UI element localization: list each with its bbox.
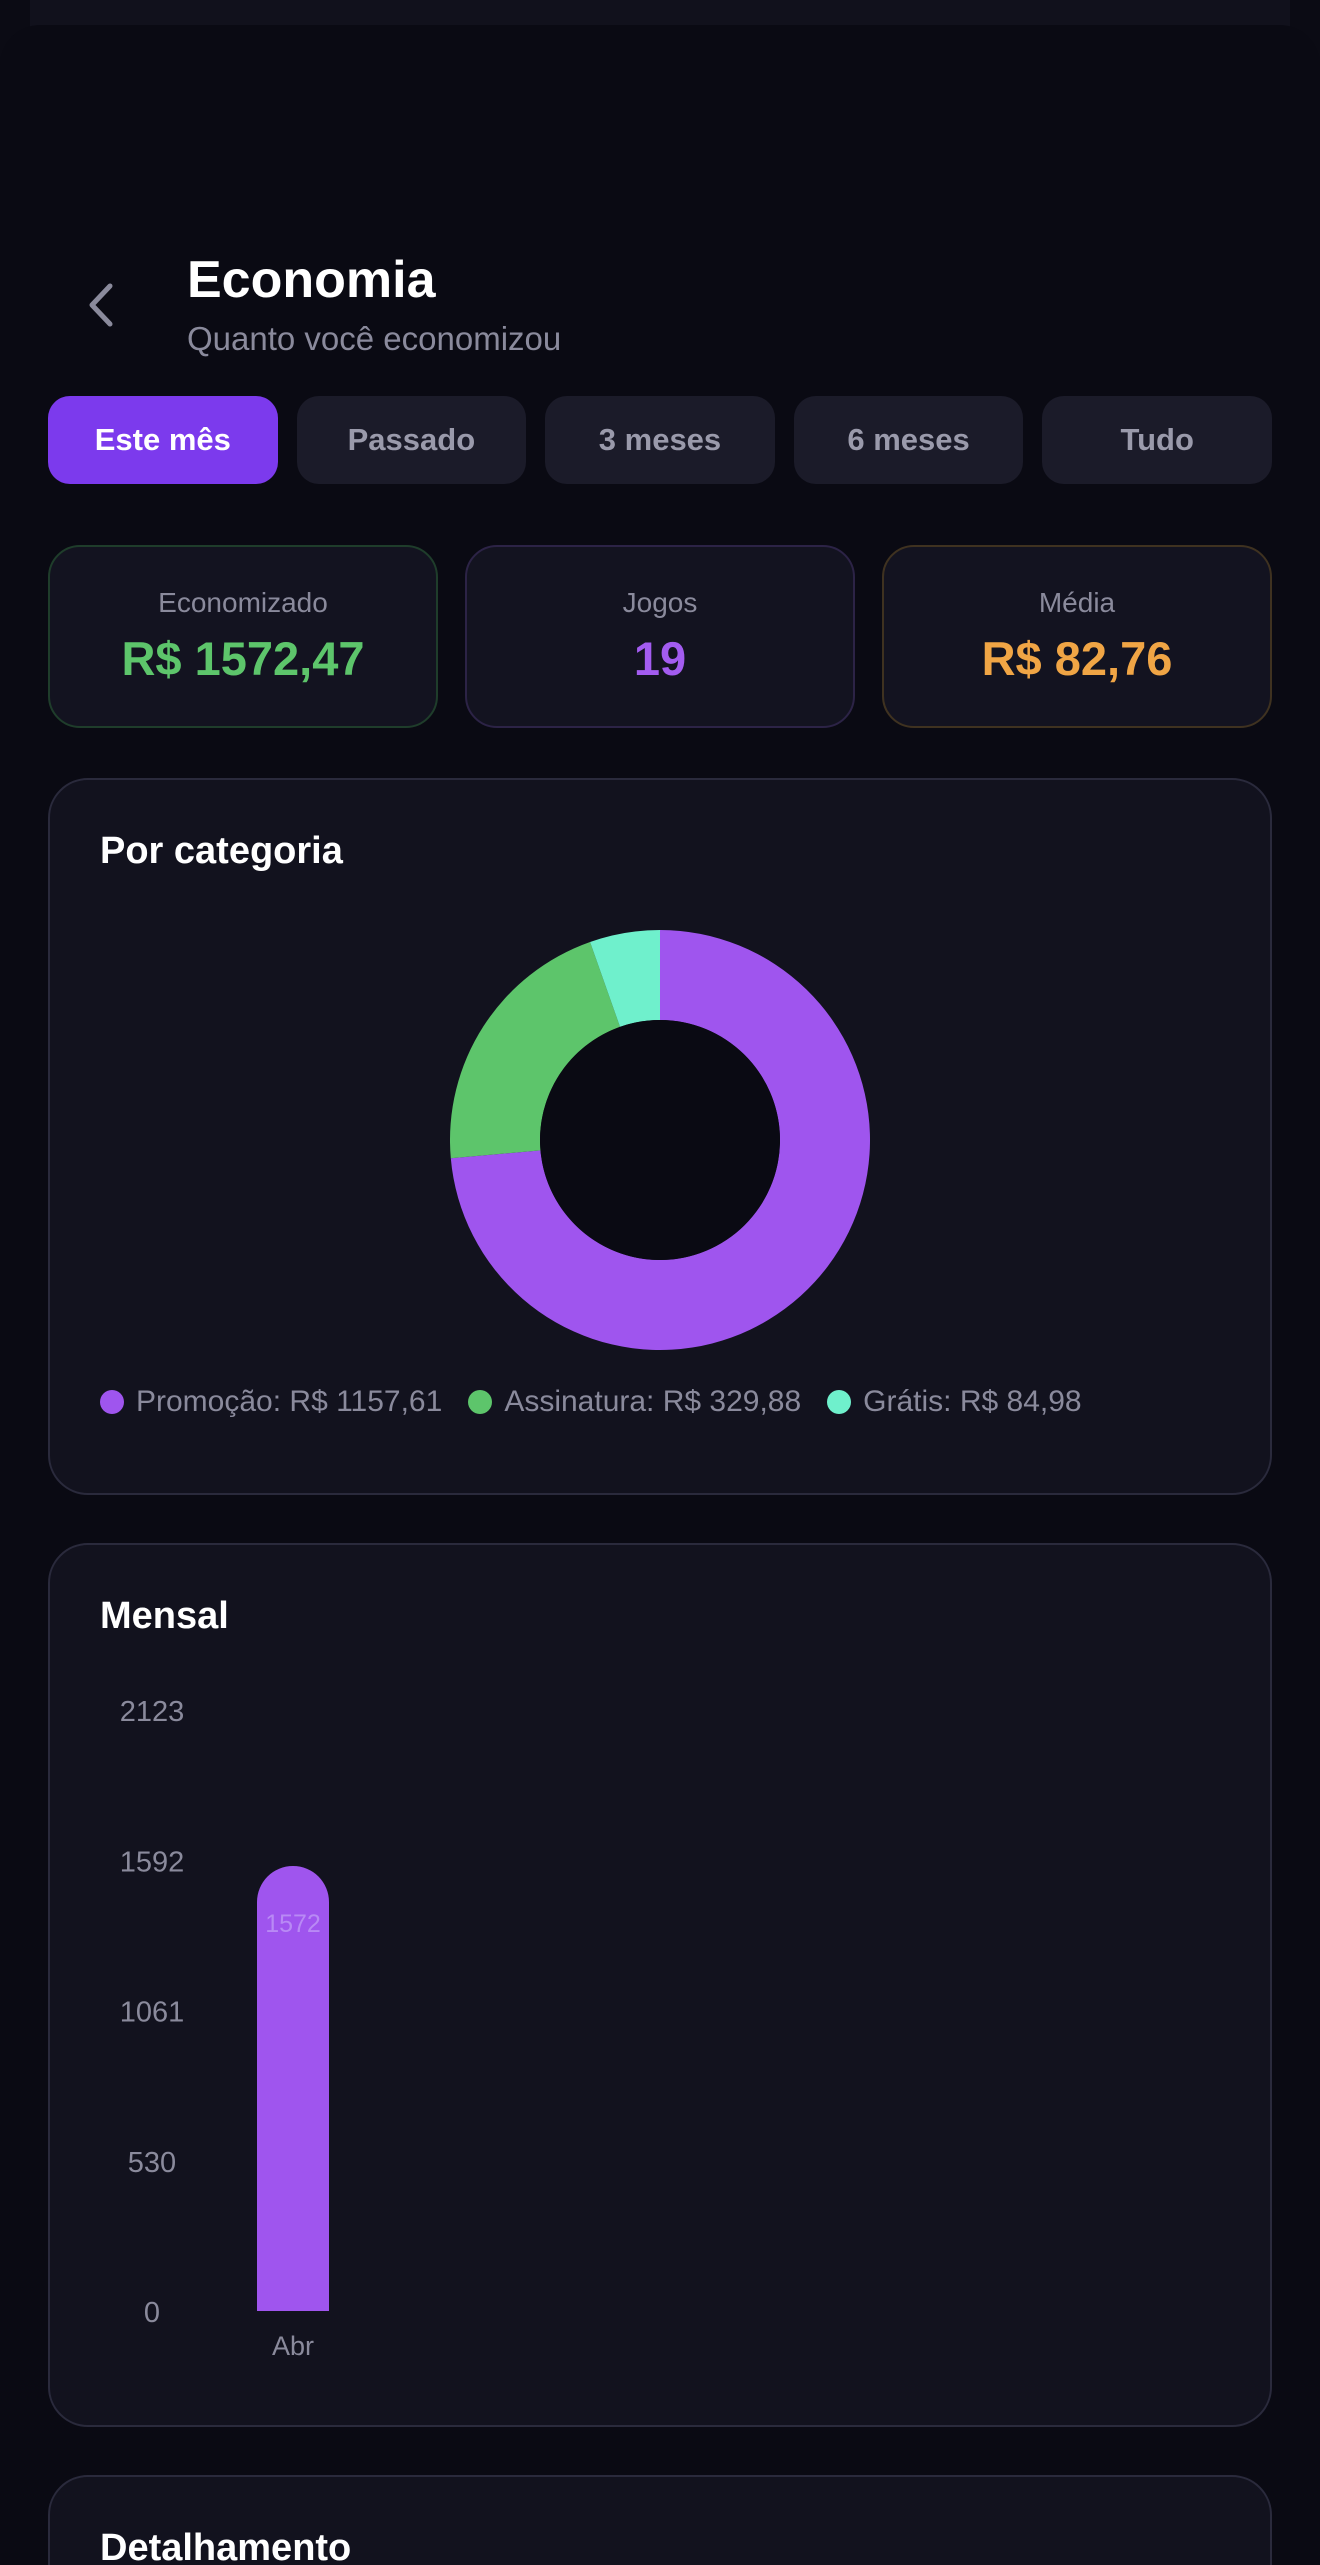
- tab-3-months[interactable]: 3 meses: [545, 396, 775, 484]
- legend-dot-promo: [100, 1390, 124, 1414]
- back-button[interactable]: [76, 280, 126, 330]
- stat-games: Jogos 19: [465, 545, 855, 728]
- legend-dot-free: [827, 1390, 852, 1414]
- legend-item-free: Grátis: R$ 84,98: [827, 1385, 1082, 1419]
- period-tabs: Este mês Passado 3 meses 6 meses Tudo: [48, 396, 1272, 484]
- y-tick-label: 0: [144, 2297, 160, 2329]
- monthly-card: Mensal 0 530 1061 1592 2123 1572 Abr: [48, 1543, 1272, 2427]
- y-tick-label: 530: [128, 2147, 176, 2179]
- y-tick-label: 1061: [120, 1997, 185, 2029]
- stat-games-value: 19: [633, 632, 687, 685]
- legend-item-subscription: Assinatura: R$ 329,88: [468, 1385, 801, 1419]
- donut-hole: [540, 1020, 780, 1260]
- monthly-bar-chart: 0 530 1061 1592 2123 1572 Abr: [120, 1696, 329, 2361]
- stat-saved-label: Economizado: [158, 587, 328, 618]
- legend-item-promo: Promoção: R$ 1157,61: [100, 1385, 442, 1419]
- tab-last-month[interactable]: Passado: [296, 396, 527, 484]
- header: Economia Quanto você economizou: [0, 250, 1320, 370]
- category-card: Por categoria Promoção: R$ 1157,61 Assin…: [48, 778, 1272, 1495]
- y-tick-label: 2123: [120, 1696, 185, 1728]
- y-tick-label: 1592: [120, 1846, 185, 1878]
- page-subtitle: Quanto você economizou: [187, 320, 562, 357]
- tab-6-months[interactable]: 6 meses: [793, 396, 1024, 484]
- tab-all[interactable]: Tudo: [1042, 396, 1272, 484]
- legend-text-subscription: Assinatura: R$ 329,88: [504, 1385, 802, 1418]
- category-legend: Promoção: R$ 1157,61 Assinatura: R$ 329,…: [100, 1385, 1082, 1419]
- stat-saved: Economizado R$ 1572,47: [48, 545, 438, 728]
- details-card-title: Detalhamento: [100, 2527, 352, 2565]
- page-title: Economia: [187, 251, 436, 309]
- stat-saved-value: R$ 1572,47: [121, 632, 365, 685]
- x-tick-label: Abr: [272, 2331, 314, 2361]
- bar-data-label: 1572: [265, 1910, 321, 1938]
- stat-average: Média R$ 82,76: [882, 545, 1272, 728]
- donut-svg: [450, 930, 870, 1350]
- legend-dot-subscription: [468, 1390, 493, 1414]
- tab-this-month[interactable]: Este mês: [48, 396, 278, 484]
- legend-text-promo: Promoção: R$ 1157,61: [136, 1385, 443, 1418]
- legend-text-free: Grátis: R$ 84,98: [863, 1385, 1082, 1418]
- category-card-title: Por categoria: [100, 830, 343, 872]
- stats-row: Economizado R$ 1572,47 Jogos 19 Média R$…: [48, 545, 1272, 728]
- category-donut-chart: [450, 930, 870, 1350]
- details-card: Detalhamento: [48, 2475, 1272, 2565]
- stat-games-label: Jogos: [622, 587, 698, 618]
- chevron-left-icon: [89, 283, 113, 327]
- stat-average-label: Média: [1038, 587, 1116, 618]
- stat-average-value: R$ 82,76: [981, 632, 1173, 685]
